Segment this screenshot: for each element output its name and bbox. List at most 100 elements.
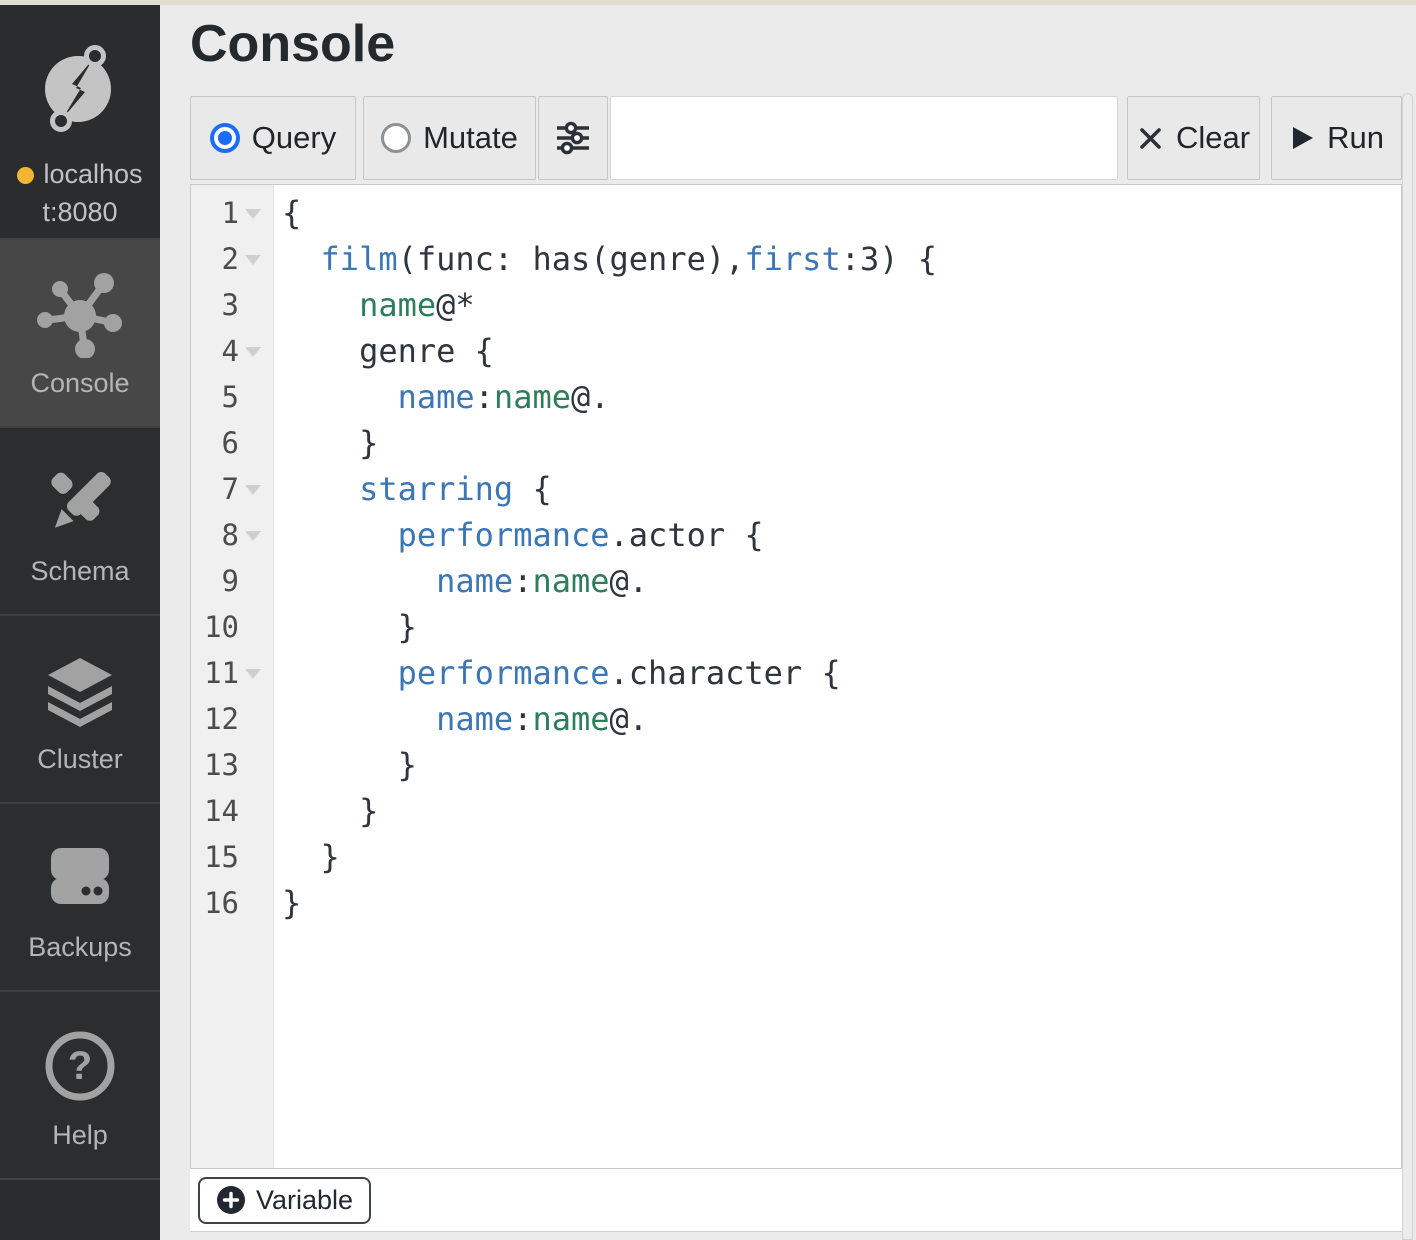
line-number: 8 [191, 518, 239, 552]
line-gutter: 11 [191, 656, 273, 690]
fold-arrow-icon[interactable] [239, 244, 269, 274]
fold-arrow-icon[interactable] [239, 336, 269, 366]
sidebar-item-label: Help [52, 1120, 108, 1151]
line-number: 3 [191, 288, 239, 322]
sidebar-spacer [0, 1178, 160, 1240]
server-address: localhos t:8080 [17, 155, 142, 231]
page-title: Console [190, 11, 1402, 77]
fold-arrow-icon[interactable] [239, 520, 269, 550]
sidebar-item-backups[interactable]: Backups [0, 802, 160, 990]
editor-toolbar: Query Mutate [190, 96, 1402, 180]
code-text: name:name@. [273, 562, 648, 600]
server-icon [36, 832, 124, 924]
code-line[interactable]: 16} [191, 880, 1401, 926]
query-input-panel[interactable] [610, 96, 1118, 180]
fold-arrow-icon[interactable] [239, 474, 269, 504]
code-line[interactable]: 15 } [191, 834, 1401, 880]
question-icon: ? [36, 1020, 124, 1112]
sidebar-item-cluster[interactable]: Cluster [0, 614, 160, 802]
pencils-icon [36, 456, 124, 548]
sliders-icon [553, 118, 593, 158]
add-variable-button[interactable]: Variable [198, 1177, 371, 1224]
code-line[interactable]: 7 starring { [191, 466, 1401, 512]
line-number: 4 [191, 334, 239, 368]
query-mode-radio[interactable]: Query [190, 96, 356, 180]
sidebar-item-console[interactable]: Console [0, 238, 160, 426]
code-line[interactable]: 11 performance.character { [191, 650, 1401, 696]
radio-unselected-icon [381, 123, 411, 153]
svg-text:?: ? [68, 1044, 92, 1088]
code-line[interactable]: 12 name:name@. [191, 696, 1401, 742]
sidebar-item-label: Schema [30, 556, 129, 587]
scrollbar[interactable] [1402, 93, 1413, 1240]
code-text: performance.character { [273, 654, 841, 692]
code-text: } [273, 884, 301, 922]
line-gutter: 15 [191, 840, 273, 874]
line-number: 11 [191, 656, 239, 690]
add-variable-label: Variable [256, 1185, 353, 1216]
sidebar-item-label: Backups [28, 932, 132, 963]
code-line[interactable]: 8 performance.actor { [191, 512, 1401, 558]
line-gutter: 1 [191, 196, 273, 230]
code-line[interactable]: 14 } [191, 788, 1401, 834]
line-gutter: 14 [191, 794, 273, 828]
line-number: 15 [191, 840, 239, 874]
code-text: } [273, 608, 417, 646]
layers-icon [36, 644, 124, 736]
code-text: genre { [273, 332, 494, 370]
code-line[interactable]: 3 name@* [191, 282, 1401, 328]
run-button[interactable]: Run [1271, 96, 1402, 180]
line-number: 7 [191, 472, 239, 506]
fold-placeholder [239, 612, 269, 642]
code-text: } [273, 424, 378, 462]
line-gutter: 9 [191, 564, 273, 598]
code-line[interactable]: 2 film(func: has(genre),first:3) { [191, 236, 1401, 282]
line-number: 16 [191, 886, 239, 920]
run-button-label: Run [1327, 120, 1384, 156]
dgraph-logo-icon [30, 37, 130, 137]
fold-arrow-icon[interactable] [239, 198, 269, 228]
clear-button-label: Clear [1176, 120, 1250, 156]
sidebar-item-label: Console [30, 368, 129, 399]
radio-selected-icon [210, 123, 240, 153]
mutate-mode-radio[interactable]: Mutate [363, 96, 536, 180]
main-panel: Console Query Mutate [160, 5, 1416, 1240]
line-gutter: 13 [191, 748, 273, 782]
query-mode-label: Query [252, 120, 336, 156]
fold-placeholder [239, 842, 269, 872]
line-number: 1 [191, 196, 239, 230]
clear-button[interactable]: Clear [1127, 96, 1260, 180]
sidebar-item-help[interactable]: ? Help [0, 990, 160, 1178]
line-gutter: 6 [191, 426, 273, 460]
line-number: 14 [191, 794, 239, 828]
code-line[interactable]: 6 } [191, 420, 1401, 466]
code-line[interactable]: 5 name:name@. [191, 374, 1401, 420]
fold-placeholder [239, 704, 269, 734]
code-text: } [273, 746, 417, 784]
graph-icon [36, 268, 124, 360]
sidebar-item-schema[interactable]: Schema [0, 426, 160, 614]
fold-placeholder [239, 888, 269, 918]
line-gutter: 3 [191, 288, 273, 322]
code-lines: 1{2 film(func: has(genre),first:3) {3 na… [191, 185, 1401, 926]
code-line[interactable]: 4 genre { [191, 328, 1401, 374]
sidebar-server-section[interactable]: localhos t:8080 [0, 5, 160, 238]
line-number: 12 [191, 702, 239, 736]
fold-placeholder [239, 428, 269, 458]
code-line[interactable]: 1{ [191, 190, 1401, 236]
app-root: localhos t:8080 [0, 5, 1416, 1240]
fold-placeholder [239, 750, 269, 780]
code-text: film(func: has(genre),first:3) { [273, 240, 937, 278]
code-line[interactable]: 9 name:name@. [191, 558, 1401, 604]
code-line[interactable]: 13 } [191, 742, 1401, 788]
line-number: 2 [191, 242, 239, 276]
code-line[interactable]: 10 } [191, 604, 1401, 650]
line-number: 5 [191, 380, 239, 414]
editor-footer: Variable [190, 1169, 1402, 1232]
line-gutter: 16 [191, 886, 273, 920]
query-options-button[interactable] [538, 96, 608, 180]
fold-arrow-icon[interactable] [239, 658, 269, 688]
query-code-editor[interactable]: 1{2 film(func: has(genre),first:3) {3 na… [190, 184, 1402, 1169]
fold-placeholder [239, 796, 269, 826]
mutate-mode-label: Mutate [423, 120, 518, 156]
